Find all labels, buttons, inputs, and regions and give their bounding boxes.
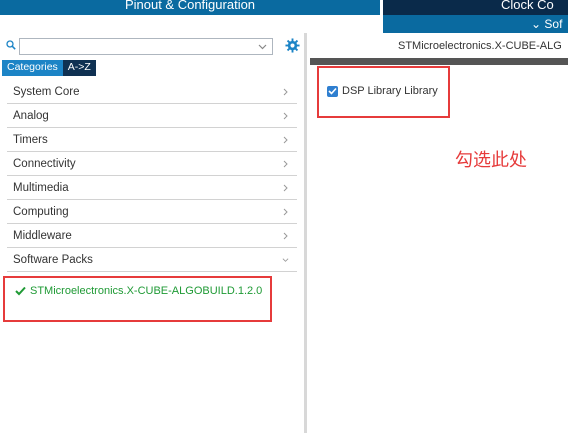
categories-panel: Categories A->Z System Core Analog Timer… bbox=[0, 33, 307, 433]
chevron-right-icon bbox=[283, 160, 288, 168]
chevron-down-icon[interactable] bbox=[258, 42, 267, 51]
search-input[interactable] bbox=[20, 39, 250, 54]
highlight-box-dsp bbox=[317, 66, 450, 118]
tab-clock-configuration[interactable]: Clock Co bbox=[383, 0, 568, 15]
tree-item-label: Middleware bbox=[13, 229, 72, 242]
tree-item-label: Analog bbox=[13, 109, 49, 122]
search-field[interactable] bbox=[19, 38, 273, 55]
chevron-down-icon bbox=[282, 258, 289, 262]
gear-icon[interactable] bbox=[285, 38, 300, 53]
tab-a-to-z[interactable]: A->Z bbox=[62, 60, 96, 76]
tree-item-label: Connectivity bbox=[13, 157, 76, 170]
tab-clock-label: Clock Co bbox=[501, 0, 554, 12]
chevron-right-icon bbox=[283, 136, 288, 144]
tree-item-label: Computing bbox=[13, 205, 69, 218]
tab-categories[interactable]: Categories bbox=[2, 60, 63, 76]
highlight-box-pack bbox=[3, 276, 272, 322]
tree-item-timers[interactable]: Timers bbox=[7, 128, 297, 152]
tree-item-middleware[interactable]: Middleware bbox=[7, 224, 297, 248]
tree-item-label: Software Packs bbox=[13, 253, 93, 266]
category-view-tabs: Categories A->Z bbox=[2, 60, 96, 76]
chevron-right-icon bbox=[283, 184, 288, 192]
tab-pinout-configuration[interactable]: Pinout & Configuration bbox=[0, 0, 380, 15]
tree-item-analog[interactable]: Analog bbox=[7, 104, 297, 128]
chevron-right-icon bbox=[283, 88, 288, 96]
tree-item-connectivity[interactable]: Connectivity bbox=[7, 152, 297, 176]
tree-item-software-packs[interactable]: Software Packs bbox=[7, 248, 297, 272]
tree-item-label: System Core bbox=[13, 85, 80, 98]
annotation-text: 勾选此处 bbox=[455, 150, 527, 171]
pack-title: STMicroelectronics.X-CUBE-ALG bbox=[398, 40, 562, 52]
software-packs-subbar[interactable]: ⌄ Sof bbox=[383, 15, 568, 33]
tree-item-system-core[interactable]: System Core bbox=[7, 80, 297, 104]
tree-item-label: Timers bbox=[13, 133, 48, 146]
chevron-right-icon bbox=[283, 112, 288, 120]
subbar-label: ⌄ Sof bbox=[531, 17, 563, 31]
search-icon bbox=[6, 40, 16, 50]
tab-pinout-label: Pinout & Configuration bbox=[124, 0, 256, 12]
tree-item-computing[interactable]: Computing bbox=[7, 200, 297, 224]
tree-item-multimedia[interactable]: Multimedia bbox=[7, 176, 297, 200]
tree-item-label: Multimedia bbox=[13, 181, 69, 194]
category-tree: System Core Analog Timers Connectivity M… bbox=[7, 80, 297, 272]
panel-header-divider bbox=[310, 58, 568, 65]
chevron-right-icon bbox=[283, 232, 288, 240]
chevron-right-icon bbox=[283, 208, 288, 216]
